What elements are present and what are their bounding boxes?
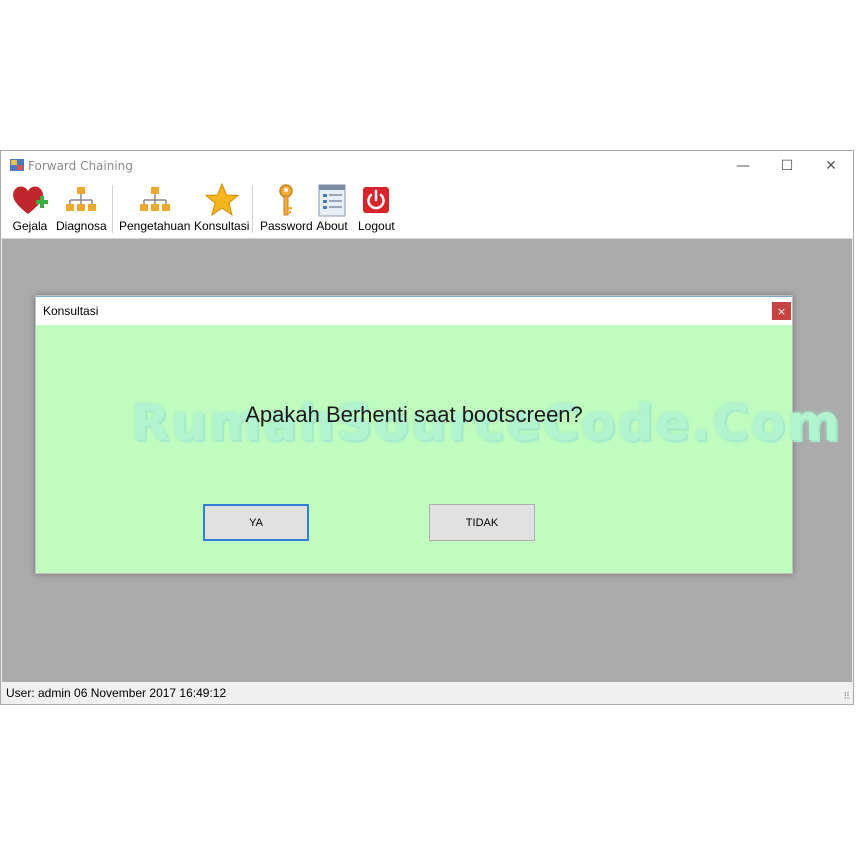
toolbar-about[interactable]: About (315, 183, 349, 237)
toolbar-label: Konsultasi (194, 219, 250, 233)
toolbar-label: Logout (358, 219, 395, 233)
toolbar-separator (252, 185, 253, 233)
app-icon (10, 159, 24, 171)
power-icon (363, 187, 390, 213)
status-text: User: admin 06 November 2017 16:49:12 (6, 686, 227, 700)
dialog-title-bar[interactable]: Konsultasi × (36, 296, 792, 325)
minimize-button[interactable]: — (721, 151, 765, 181)
title-bar[interactable]: Forward Chaining — ☐ ✕ (1, 151, 853, 181)
status-bar: User: admin 06 November 2017 16:49:12 ⠿ (1, 683, 853, 704)
no-button[interactable]: TIDAK (429, 504, 535, 541)
resize-grip-icon[interactable]: ⠿ (843, 691, 850, 702)
close-button[interactable]: ✕ (809, 151, 853, 181)
toolbar-label: Pengetahuan (119, 219, 191, 233)
toolbar-label: Diagnosa (56, 219, 107, 233)
star-icon (204, 183, 240, 217)
key-icon (279, 184, 294, 216)
toolbar-password[interactable]: Password (260, 183, 313, 237)
konsultasi-dialog: Konsultasi × RumahSourceCode.Com Apakah … (35, 295, 840, 574)
toolbar-label: Gejala (12, 219, 48, 233)
org-chart-icon (66, 187, 97, 211)
toolbar-logout[interactable]: Logout (358, 183, 395, 237)
toolbar-label: About (316, 219, 348, 233)
document-icon (318, 184, 346, 217)
window-title: Forward Chaining (28, 159, 133, 173)
maximize-button[interactable]: ☐ (765, 151, 809, 181)
heart-plus-icon (13, 186, 48, 214)
toolbar-label: Password (260, 219, 313, 233)
toolbar-konsultasi[interactable]: Konsultasi (194, 183, 249, 237)
question-text: Apakah Berhenti saat bootscreen? (245, 402, 583, 427)
toolbar-diagnosa[interactable]: Diagnosa (56, 183, 107, 237)
org-chart-icon (139, 187, 170, 211)
toolbar-pengetahuan[interactable]: Pengetahuan (119, 183, 190, 237)
toolbar-gejala[interactable]: Gejala (11, 183, 49, 237)
dialog-close-button[interactable]: × (772, 302, 791, 320)
yes-button[interactable]: YA (203, 504, 309, 541)
toolbar-separator (112, 185, 113, 233)
toolbar: Gejala Diagnosa Pengetahuan Konsultasi P… (1, 181, 853, 239)
dialog-title: Konsultasi (43, 304, 99, 318)
